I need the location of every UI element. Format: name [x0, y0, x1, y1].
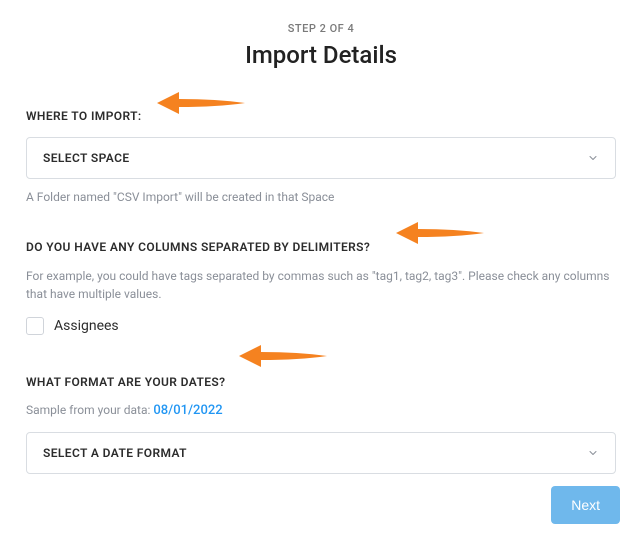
- where-to-import-helper: A Folder named "CSV Import" will be crea…: [26, 189, 616, 206]
- section-where-to-import: WHERE TO IMPORT: SELECT SPACE A Folder n…: [26, 109, 616, 206]
- assignees-checkbox[interactable]: [26, 317, 44, 335]
- section-date-format: WHAT FORMAT ARE YOUR DATES? Sample from …: [26, 375, 616, 474]
- delimiters-label-text: DO YOU HAVE ANY COLUMNS SEPARATED BY DEL…: [26, 240, 370, 254]
- where-to-import-label: WHERE TO IMPORT:: [26, 109, 616, 123]
- where-to-import-label-text: WHERE TO IMPORT:: [26, 109, 142, 123]
- step-indicator: STEP 2 OF 4: [26, 0, 616, 35]
- chevron-down-icon: [587, 152, 599, 164]
- select-date-format-dropdown[interactable]: SELECT A DATE FORMAT: [26, 432, 616, 474]
- assignees-checkbox-row: Assignees: [26, 317, 616, 335]
- delimiters-label: DO YOU HAVE ANY COLUMNS SEPARATED BY DEL…: [26, 240, 616, 254]
- chevron-down-icon: [587, 447, 599, 459]
- assignees-checkbox-label: Assignees: [54, 318, 119, 334]
- section-delimiters: DO YOU HAVE ANY COLUMNS SEPARATED BY DEL…: [26, 240, 616, 335]
- date-format-label-text: WHAT FORMAT ARE YOUR DATES?: [26, 375, 225, 389]
- date-sample-prefix: Sample from your data:: [26, 403, 153, 417]
- delimiters-helper: For example, you could have tags separat…: [26, 268, 616, 303]
- select-space-dropdown[interactable]: SELECT SPACE: [26, 137, 616, 179]
- select-space-placeholder: SELECT SPACE: [43, 151, 130, 165]
- select-date-format-placeholder: SELECT A DATE FORMAT: [43, 446, 187, 460]
- next-button[interactable]: Next: [551, 486, 620, 524]
- page-title: Import Details: [26, 41, 616, 69]
- date-format-label: WHAT FORMAT ARE YOUR DATES?: [26, 375, 616, 389]
- date-sample-line: Sample from your data: 08/01/2022: [26, 403, 616, 418]
- date-sample-value: 08/01/2022: [153, 403, 222, 418]
